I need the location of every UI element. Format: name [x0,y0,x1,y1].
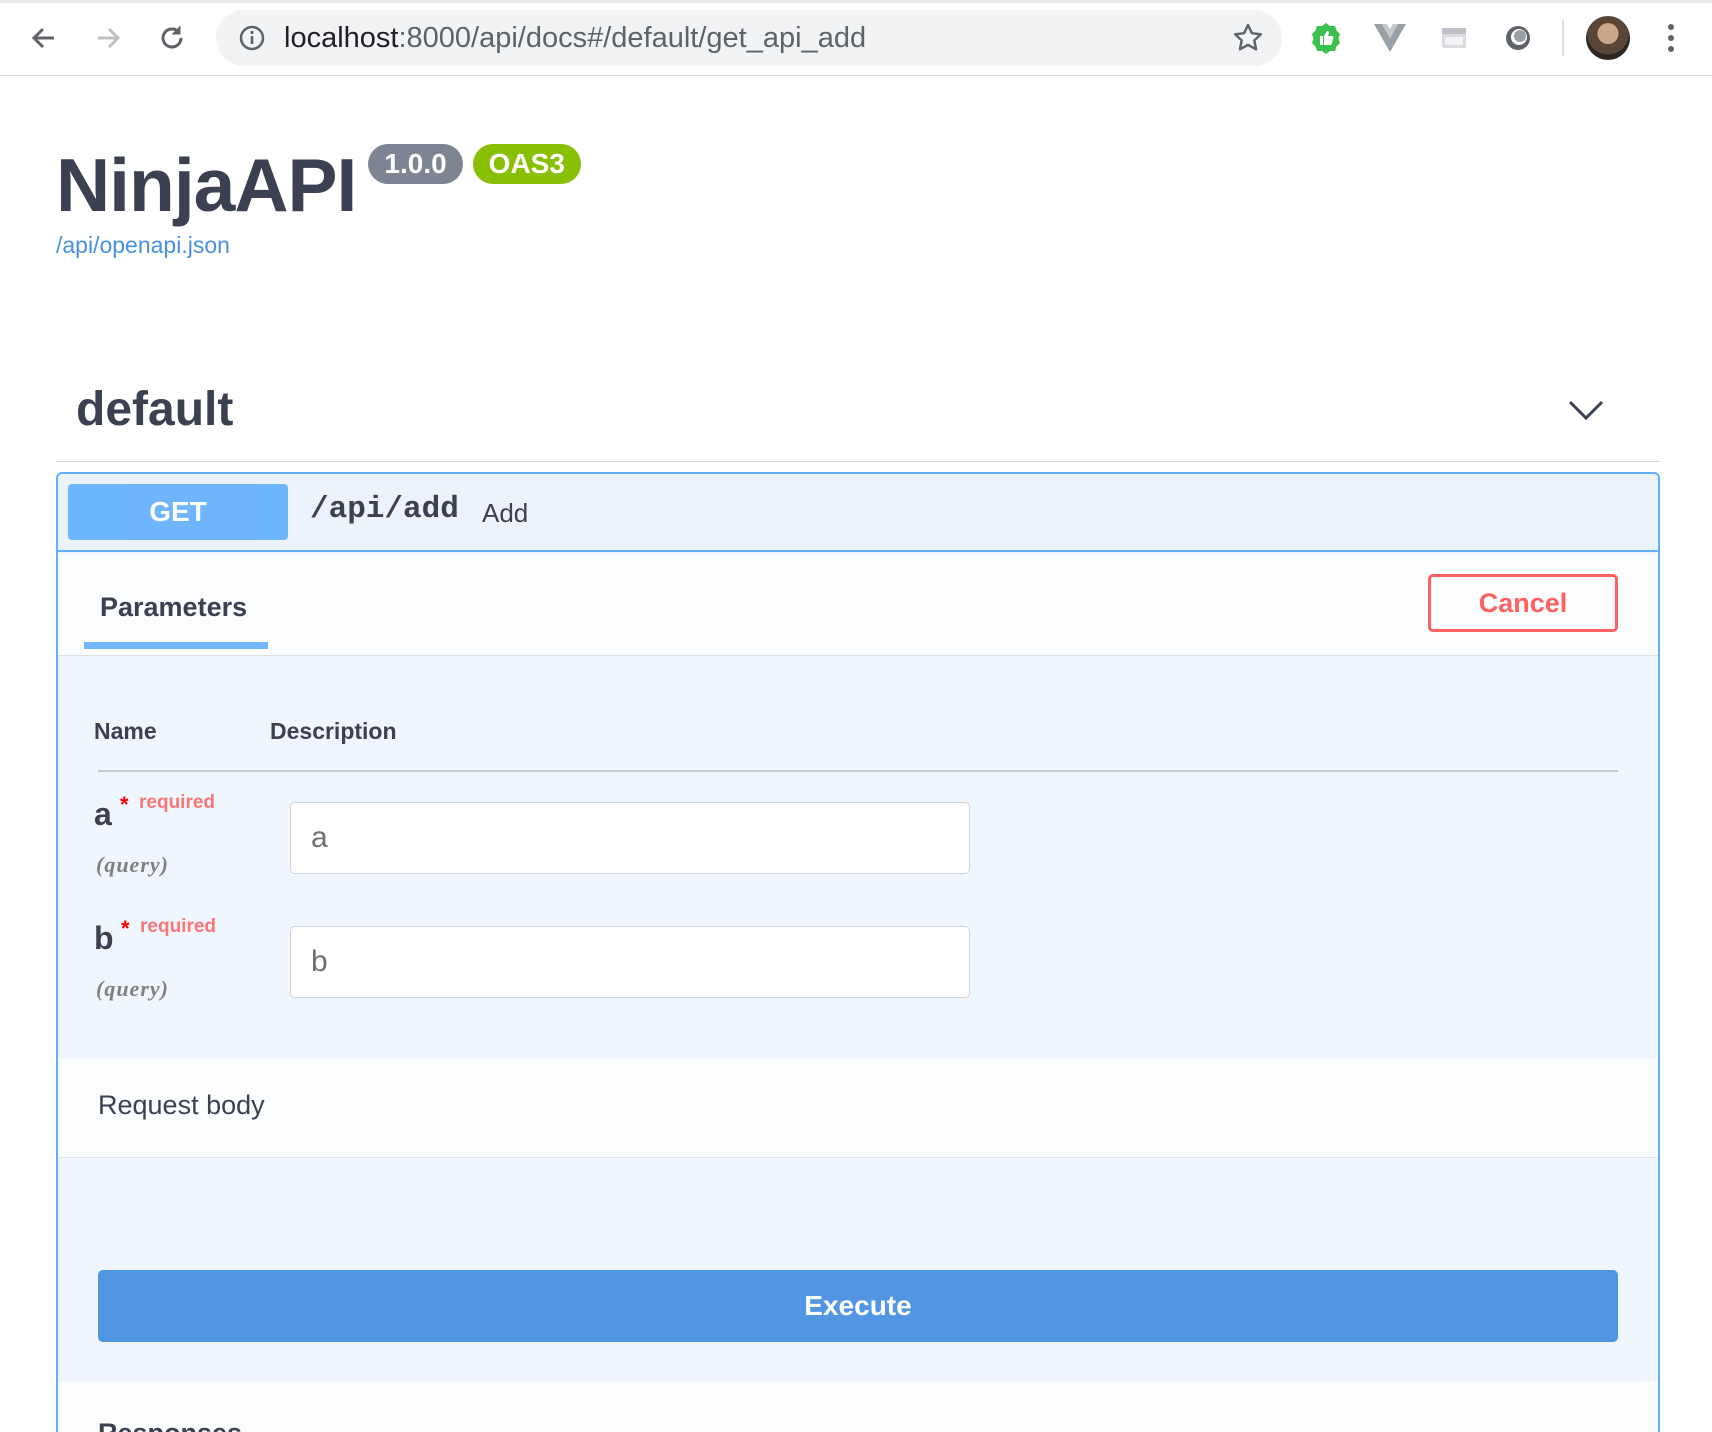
url-text: localhost:8000/api/docs#/default/get_api… [284,22,866,54]
tab-strip-edge [0,0,1712,3]
responses-section: Responses [58,1382,1658,1432]
menu-dot [1668,35,1674,41]
api-title: NinjaAPI [56,143,357,227]
openapi-spec-link[interactable]: /api/openapi.json [56,232,230,259]
forward-arrow-icon [98,27,121,49]
param-b-input[interactable] [290,926,970,998]
table-header-divider [98,770,1618,772]
tag-title: default [76,383,234,436]
required-asterisk: * [121,916,130,941]
responses-label: Responses [98,1418,242,1432]
http-method-badge: GET [68,484,288,540]
execute-button[interactable]: Execute [98,1270,1618,1342]
circle-extension-icon [1506,26,1530,50]
window-icon [1442,28,1466,48]
browser-menu-button[interactable] [1656,20,1686,56]
extension-window[interactable] [1436,20,1472,56]
active-tab-indicator [84,642,268,649]
thumbs-up-icon [1312,23,1340,54]
profile-avatar[interactable] [1586,16,1630,60]
chevron-down-icon[interactable] [1566,390,1606,430]
tag-section-header[interactable]: default [56,372,1660,462]
menu-dot [1668,24,1674,30]
bookmark-star-icon[interactable] [1232,22,1264,54]
site-info-icon[interactable] [238,24,266,52]
extension-vue[interactable] [1372,20,1408,56]
oas-badge: OAS3 [472,144,581,184]
column-header-description: Description [270,718,397,744]
tab-parameters[interactable]: Parameters [100,592,247,623]
url-host: localhost [284,22,399,54]
back-button[interactable] [24,18,64,58]
operation-path: /api/add [310,492,459,527]
operation-get-api-add: GET /api/add Add Parameters Cancel Name … [56,472,1660,1432]
param-name-a: a [94,796,112,832]
required-asterisk: * [120,792,129,817]
api-info: NinjaAPI 1.0.0 OAS3 [56,140,581,230]
extension-thumbs-up[interactable] [1308,20,1344,56]
reload-button[interactable] [152,18,192,58]
browser-toolbar: localhost:8000/api/docs#/default/get_api… [0,0,1712,76]
toolbar-separator [1562,20,1564,56]
parameters-section-header: Parameters Cancel [58,554,1658,656]
column-header-name: Name [94,718,157,744]
param-location: (query) [96,852,169,877]
request-body-section: Request body [58,1058,1658,1158]
required-label: required [140,916,217,937]
param-location: (query) [96,976,169,1001]
operation-summary-text: Add [482,498,529,528]
request-body-label: Request body [98,1090,265,1120]
forward-button[interactable] [88,18,128,58]
cancel-button[interactable]: Cancel [1428,574,1618,632]
vue-icon [1374,24,1406,52]
version-badge: 1.0.0 [368,144,463,184]
address-bar[interactable]: localhost:8000/api/docs#/default/get_api… [216,10,1282,66]
param-a-input[interactable] [290,802,970,874]
url-path: :8000/api/docs#/default/get_api_add [398,22,867,54]
back-arrow-icon [31,27,54,49]
menu-dot [1668,46,1674,52]
required-label: required [139,792,216,813]
operation-summary[interactable]: GET /api/add Add [58,474,1658,552]
reload-icon [161,26,183,49]
param-name-b: b [94,920,114,956]
extension-circle[interactable] [1500,20,1536,56]
